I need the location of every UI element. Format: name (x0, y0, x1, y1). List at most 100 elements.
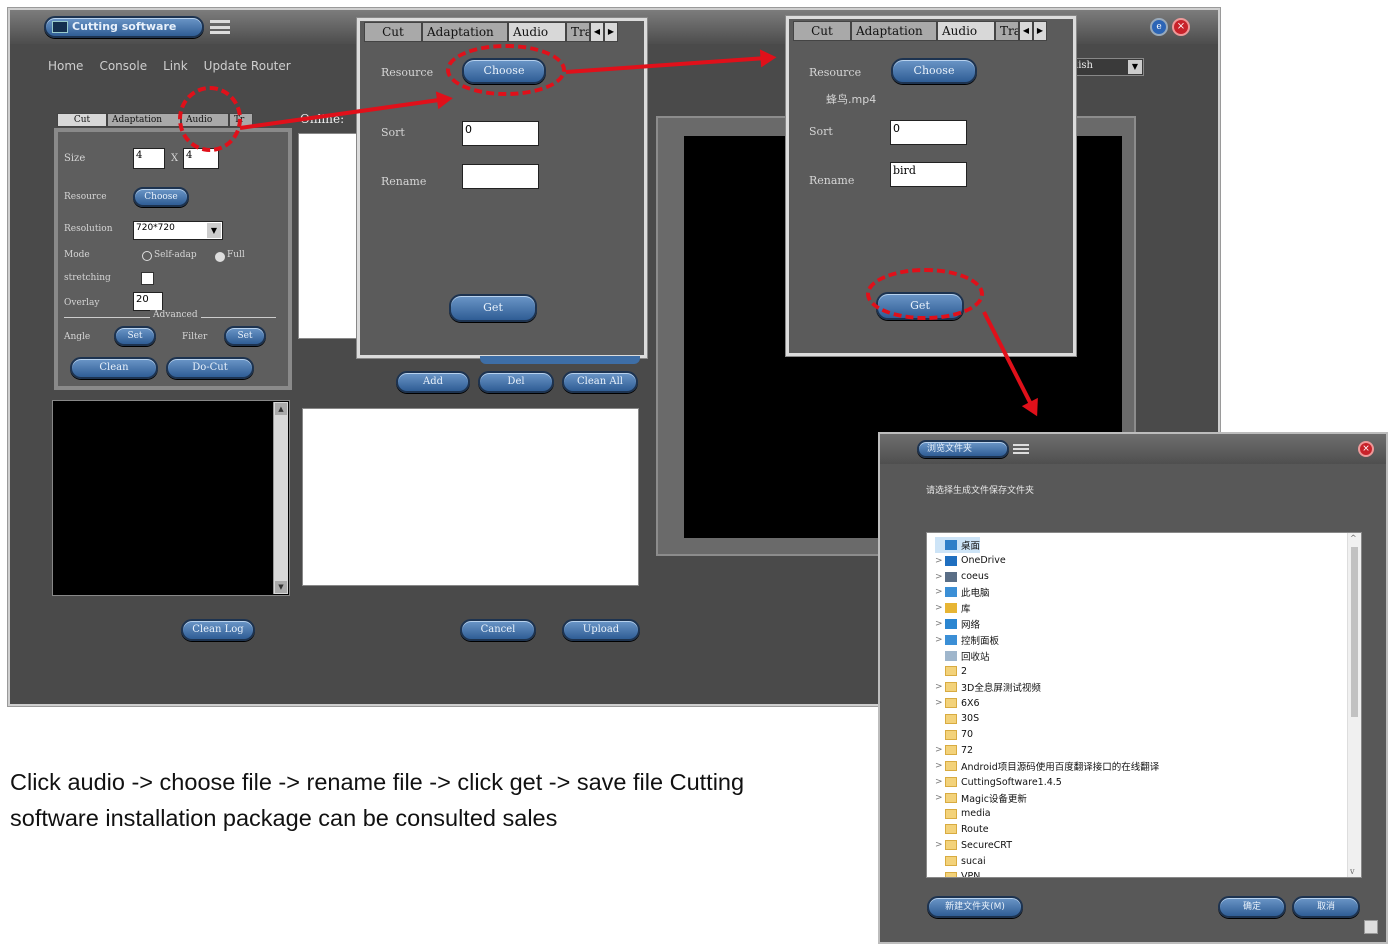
overlay-label: Overlay (64, 298, 100, 308)
tab-cut[interactable]: Cut (57, 113, 107, 127)
help-icon[interactable]: e (1150, 18, 1168, 36)
del-button[interactable]: Del (478, 371, 554, 393)
folder-tree-item[interactable]: media (935, 806, 991, 822)
expand-chevron-icon[interactable]: > (935, 635, 945, 645)
menu-console[interactable]: Console (99, 59, 147, 73)
popup1-rename-input[interactable] (462, 164, 539, 189)
stretching-checkbox[interactable] (141, 272, 154, 285)
folder-tree-item[interactable]: > Android项目源码使用百度翻译接口的在线翻译 (935, 758, 1159, 774)
cancel-button[interactable]: Cancel (460, 619, 536, 641)
app-title-button[interactable]: Cutting software (44, 16, 204, 38)
upload-button[interactable]: Upload (562, 619, 640, 641)
add-button[interactable]: Add (396, 371, 470, 393)
popup1-tab-audio[interactable]: Audio (508, 22, 566, 42)
folder-tree-item[interactable]: 回收站 (935, 648, 990, 664)
popup1-get-button[interactable]: Get (449, 294, 537, 322)
folder-icon (945, 777, 957, 787)
expand-chevron-icon[interactable]: > (935, 572, 945, 582)
popup2-rename-input[interactable]: bird (890, 162, 967, 187)
folder-tree-item[interactable]: > SecureCRT (935, 837, 1012, 853)
folder-tree-item[interactable]: > 控制面板 (935, 632, 999, 648)
expand-chevron-icon[interactable]: > (935, 603, 945, 613)
do-cut-button[interactable]: Do-Cut (166, 357, 254, 379)
expand-chevron-icon[interactable]: > (935, 777, 945, 787)
tab-scroll-right-icon[interactable]: ▶ (604, 22, 618, 42)
popup1-tab-cut[interactable]: Cut (364, 22, 422, 42)
folder-tree-item[interactable]: > CuttingSoftware1.4.5 (935, 774, 1062, 790)
scroll-down-icon[interactable]: ▼ (275, 581, 287, 593)
folder-tree-item[interactable]: > coeus (935, 569, 989, 585)
tab-scroll-left-icon[interactable]: ◀ (1019, 21, 1033, 41)
expand-chevron-icon[interactable]: > (935, 698, 945, 708)
expand-chevron-icon[interactable]: > (935, 587, 945, 597)
folder-tree-item[interactable]: >6X6 (935, 695, 980, 711)
popup2-sort-input[interactable]: 0 (890, 120, 967, 145)
popup1-tab-adaptation[interactable]: Adaptation (422, 22, 508, 42)
folder-tree-item[interactable]: > 库 (935, 600, 971, 616)
scroll-up-icon[interactable]: ▲ (275, 403, 287, 415)
popup1-tab-tra[interactable]: Tra (566, 22, 590, 42)
mode-full-radio[interactable] (215, 252, 225, 262)
clean-all-button[interactable]: Clean All (562, 371, 638, 393)
filter-set-button[interactable]: Set (224, 326, 266, 346)
scroll-down-icon[interactable]: v (1350, 867, 1355, 876)
dialog-close-icon[interactable]: × (1358, 441, 1374, 457)
dialog-menu-icon[interactable] (1013, 444, 1029, 454)
folder-tree-item[interactable]: > 此电脑 (935, 584, 990, 600)
popup2-tab-adaptation[interactable]: Adaptation (851, 21, 937, 41)
folder-tree-item[interactable]: 30S (935, 711, 979, 727)
log-scrollbar[interactable]: ▲ ▼ (273, 402, 288, 594)
expand-chevron-icon[interactable]: > (935, 745, 945, 755)
online-list (298, 133, 360, 339)
expand-chevron-icon[interactable]: > (935, 619, 945, 629)
expand-chevron-icon[interactable]: > (935, 840, 945, 850)
clean-button[interactable]: Clean (70, 357, 158, 379)
ok-button[interactable]: 确定 (1218, 896, 1286, 918)
mode-self-radio[interactable] (142, 251, 152, 261)
folder-tree[interactable]: 桌面 > OneDrive > coeus > 此电脑 > 库 > 网络 > 控制面板 回收站 2 >3D全息… (926, 532, 1362, 878)
filter-label: Filter (182, 332, 208, 342)
language-select[interactable]: lish ▼ (1072, 58, 1144, 76)
folder-tree-item[interactable]: >3D全息屏测试视频 (935, 679, 1041, 695)
resize-grip-icon[interactable] (1364, 920, 1378, 934)
folder-tree-item[interactable]: sucai (935, 853, 986, 869)
popup2-choose-button[interactable]: Choose (891, 58, 977, 84)
overlay-input[interactable]: 20 (133, 292, 163, 311)
tab-scroll-left-icon[interactable]: ◀ (590, 22, 604, 42)
popup2-tab-cut[interactable]: Cut (793, 21, 851, 41)
new-folder-button[interactable]: 新建文件夹(M) (927, 896, 1023, 918)
popup2-tab-tra[interactable]: Tra (995, 21, 1019, 41)
expand-chevron-icon[interactable]: > (935, 556, 945, 566)
menu-update-router[interactable]: Update Router (204, 59, 291, 73)
dialog-cancel-button[interactable]: 取消 (1292, 896, 1360, 918)
expand-chevron-icon[interactable]: > (935, 682, 945, 692)
hamburger-menu-icon[interactable] (210, 20, 230, 34)
tree-scrollbar[interactable]: ^ v (1347, 533, 1361, 877)
clean-log-button[interactable]: Clean Log (181, 619, 255, 641)
scroll-thumb[interactable] (1351, 547, 1358, 717)
size-width-input[interactable]: 4 (133, 148, 165, 169)
resolution-select[interactable]: 720*720 ▼ (133, 221, 223, 240)
folder-tree-item[interactable]: > OneDrive (935, 553, 1006, 569)
scroll-up-icon[interactable]: ^ (1350, 534, 1357, 543)
folder-tree-item[interactable]: Route (935, 821, 989, 837)
tab-scroll-right-icon[interactable]: ▶ (1033, 21, 1047, 41)
close-icon[interactable]: × (1172, 18, 1190, 36)
folder-tree-item[interactable]: 2 (935, 663, 967, 679)
popup1-sort-input[interactable]: 0 (462, 121, 539, 146)
choose-button[interactable]: Choose (133, 187, 189, 207)
folder-tree-item[interactable]: 70 (935, 727, 973, 743)
folder-tree-item[interactable]: VPN (935, 869, 980, 877)
menu-home[interactable]: Home (48, 59, 83, 73)
folder-tree-item[interactable]: > Magic设备更新 (935, 790, 1027, 806)
popup2-tab-audio[interactable]: Audio (937, 21, 995, 41)
folder-icon (945, 871, 957, 877)
expand-chevron-icon[interactable]: > (935, 793, 945, 803)
folder-tree-item[interactable]: > 网络 (935, 616, 980, 632)
tab-adaptation[interactable]: Adaptation (107, 113, 181, 127)
menu-link[interactable]: Link (163, 59, 188, 73)
expand-chevron-icon[interactable]: > (935, 761, 945, 771)
folder-tree-item[interactable]: >72 (935, 742, 973, 758)
folder-tree-item[interactable]: 桌面 (935, 537, 981, 553)
angle-set-button[interactable]: Set (114, 326, 156, 346)
